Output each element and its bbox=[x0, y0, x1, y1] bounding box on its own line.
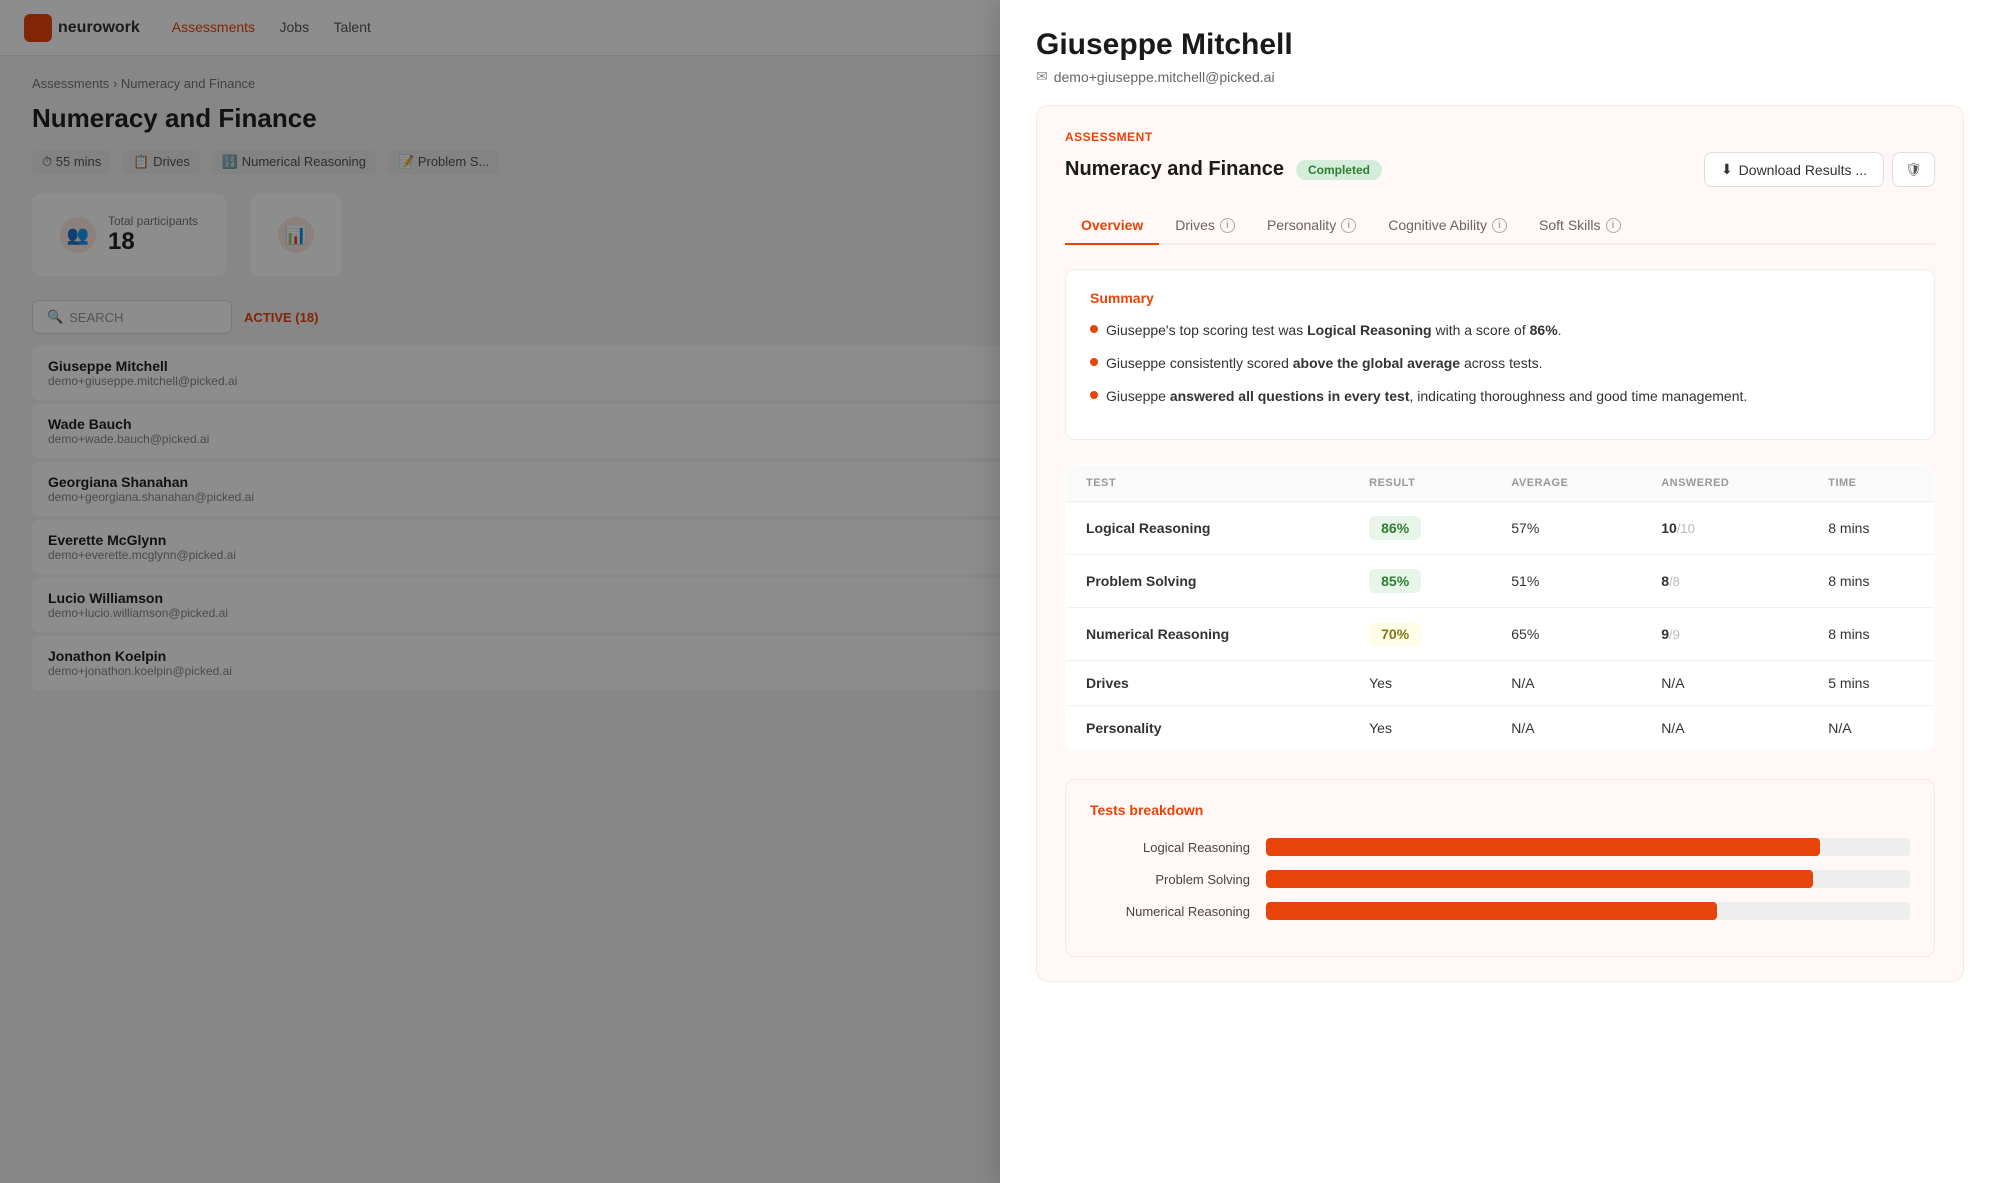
cell-answered: 8/8 bbox=[1641, 555, 1808, 608]
cell-test: Logical Reasoning bbox=[1066, 502, 1350, 555]
cell-result: 85% bbox=[1349, 555, 1491, 608]
breakdown-label: Numerical Reasoning bbox=[1090, 904, 1250, 919]
summary-item-3: Giuseppe answered all questions in every… bbox=[1090, 386, 1910, 407]
cell-average: 51% bbox=[1491, 555, 1641, 608]
col-answered: ANSWERED bbox=[1641, 465, 1808, 502]
cell-time: 8 mins bbox=[1808, 608, 1934, 661]
cell-test: Drives bbox=[1066, 661, 1350, 706]
breakdown-bar bbox=[1266, 870, 1813, 888]
candidate-email: demo+giuseppe.mitchell@picked.ai bbox=[1054, 69, 1275, 85]
cell-answered: 9/9 bbox=[1641, 608, 1808, 661]
breakdown-bar-bg bbox=[1266, 838, 1910, 856]
summary-card: Summary Giuseppe's top scoring test was … bbox=[1065, 269, 1935, 440]
assessment-label: Assessment bbox=[1065, 130, 1935, 144]
table-row: Logical Reasoning 86% 57% 10/10 8 mins bbox=[1066, 502, 1935, 555]
assessment-title-row: Numeracy and Finance Completed ⬇ Downloa… bbox=[1065, 152, 1935, 187]
summary-dot-2 bbox=[1090, 358, 1098, 366]
panel-header: Giuseppe Mitchell ✉ demo+giuseppe.mitche… bbox=[1000, 0, 2000, 85]
personality-info-icon: i bbox=[1341, 218, 1356, 233]
panel-body: Assessment Numeracy and Finance Complete… bbox=[1000, 85, 2000, 1022]
breakdown-row: Numerical Reasoning bbox=[1090, 902, 1910, 920]
breakdown-bar-bg bbox=[1266, 902, 1910, 920]
col-result: RESULT bbox=[1349, 465, 1491, 502]
tab-cognitive-ability[interactable]: Cognitive Ability i bbox=[1372, 207, 1523, 245]
cell-test: Personality bbox=[1066, 706, 1350, 751]
cell-answered: 10/10 bbox=[1641, 502, 1808, 555]
breakdown-card: Tests breakdown Logical Reasoning Proble… bbox=[1065, 779, 1935, 957]
breakdown-bars: Logical Reasoning Problem Solving Numeri… bbox=[1090, 838, 1910, 920]
breakdown-bar bbox=[1266, 902, 1717, 920]
cognitive-info-icon: i bbox=[1492, 218, 1507, 233]
cell-average: N/A bbox=[1491, 706, 1641, 751]
cell-average: 57% bbox=[1491, 502, 1641, 555]
cell-average: 65% bbox=[1491, 608, 1641, 661]
cell-time: N/A bbox=[1808, 706, 1934, 751]
assessment-actions: ⬇ Download Results ... 🛡 bbox=[1704, 152, 1935, 187]
breakdown-row: Problem Solving bbox=[1090, 870, 1910, 888]
cell-result: 70% bbox=[1349, 608, 1491, 661]
assessment-title: Numeracy and Finance bbox=[1065, 158, 1284, 181]
tab-personality[interactable]: Personality i bbox=[1251, 207, 1372, 245]
breakdown-bar bbox=[1266, 838, 1820, 856]
tabs: Overview Drives i Personality i Cognitiv… bbox=[1065, 207, 1935, 245]
summary-dot-1 bbox=[1090, 325, 1098, 333]
shield-icon: 🛡 bbox=[1905, 162, 1922, 178]
drives-info-icon: i bbox=[1220, 218, 1235, 233]
shield-button[interactable]: 🛡 bbox=[1892, 152, 1935, 187]
tab-soft-skills[interactable]: Soft Skills i bbox=[1523, 207, 1636, 245]
side-panel: ✕ Giuseppe Mitchell ✉ demo+giuseppe.mitc… bbox=[1000, 0, 2000, 1183]
breakdown-label: Problem Solving bbox=[1090, 872, 1250, 887]
cell-average: N/A bbox=[1491, 661, 1641, 706]
cell-time: 5 mins bbox=[1808, 661, 1934, 706]
table-row: Problem Solving 85% 51% 8/8 8 mins bbox=[1066, 555, 1935, 608]
cell-result: Yes bbox=[1349, 706, 1491, 751]
summary-item-1: Giuseppe's top scoring test was Logical … bbox=[1090, 320, 1910, 341]
candidate-email-row: ✉ demo+giuseppe.mitchell@picked.ai bbox=[1036, 68, 1964, 85]
cell-time: 8 mins bbox=[1808, 502, 1934, 555]
download-button[interactable]: ⬇ Download Results ... bbox=[1704, 152, 1884, 187]
assessment-card: Assessment Numeracy and Finance Complete… bbox=[1036, 105, 1964, 982]
email-icon: ✉ bbox=[1036, 68, 1048, 85]
summary-dot-3 bbox=[1090, 391, 1098, 399]
summary-text-1: Giuseppe's top scoring test was Logical … bbox=[1106, 320, 1562, 341]
table-row: Numerical Reasoning 70% 65% 9/9 8 mins bbox=[1066, 608, 1935, 661]
tab-drives[interactable]: Drives i bbox=[1159, 207, 1251, 245]
tab-overview[interactable]: Overview bbox=[1065, 207, 1159, 245]
table-row: Drives Yes N/A N/A 5 mins bbox=[1066, 661, 1935, 706]
breakdown-row: Logical Reasoning bbox=[1090, 838, 1910, 856]
summary-item-2: Giuseppe consistently scored above the g… bbox=[1090, 353, 1910, 374]
breakdown-title: Tests breakdown bbox=[1090, 802, 1910, 818]
cell-time: 8 mins bbox=[1808, 555, 1934, 608]
results-table: TEST RESULT AVERAGE ANSWERED TIME Logica… bbox=[1065, 464, 1935, 751]
table-row: Personality Yes N/A N/A N/A bbox=[1066, 706, 1935, 751]
cell-result: 86% bbox=[1349, 502, 1491, 555]
status-badge: Completed bbox=[1296, 160, 1382, 180]
col-test: TEST bbox=[1066, 465, 1350, 502]
breakdown-bar-bg bbox=[1266, 870, 1910, 888]
cell-test: Problem Solving bbox=[1066, 555, 1350, 608]
summary-text-3: Giuseppe answered all questions in every… bbox=[1106, 386, 1747, 407]
breakdown-label: Logical Reasoning bbox=[1090, 840, 1250, 855]
summary-text-2: Giuseppe consistently scored above the g… bbox=[1106, 353, 1543, 374]
col-average: AVERAGE bbox=[1491, 465, 1641, 502]
col-time: TIME bbox=[1808, 465, 1934, 502]
download-icon: ⬇ bbox=[1721, 161, 1733, 178]
summary-title: Summary bbox=[1090, 290, 1910, 306]
soft-skills-info-icon: i bbox=[1606, 218, 1621, 233]
assessment-title-left: Numeracy and Finance Completed bbox=[1065, 158, 1382, 181]
cell-result: Yes bbox=[1349, 661, 1491, 706]
cell-answered: N/A bbox=[1641, 661, 1808, 706]
cell-answered: N/A bbox=[1641, 706, 1808, 751]
candidate-name: Giuseppe Mitchell bbox=[1036, 28, 1964, 62]
cell-test: Numerical Reasoning bbox=[1066, 608, 1350, 661]
